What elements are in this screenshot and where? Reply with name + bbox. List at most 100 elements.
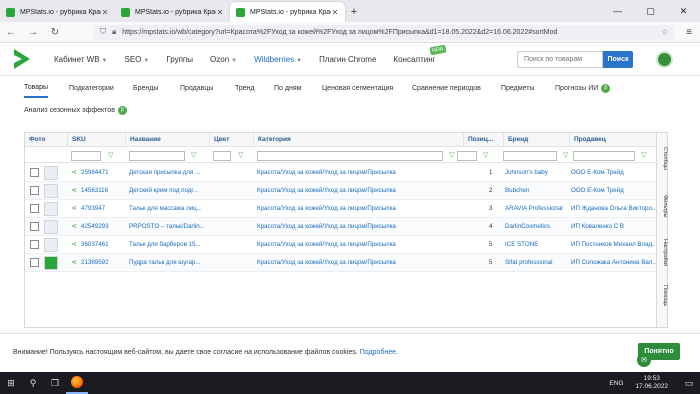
mpstats-logo[interactable]	[12, 48, 32, 70]
sku-link[interactable]: 14563116	[81, 182, 121, 200]
search-icon[interactable]: ⚲	[22, 372, 44, 394]
product-name-link[interactable]: Тальк для массажа лиц...	[129, 200, 207, 218]
side-help-button[interactable]: Помощь	[657, 285, 668, 306]
column-header-brand[interactable]: Бренд	[503, 133, 569, 147]
tab-sellers[interactable]: Продавцы	[180, 78, 213, 98]
share-icon[interactable]: ⋖	[71, 164, 77, 182]
browser-tab-active[interactable]: MPStats.io - рубрика Красота ✕	[230, 2, 345, 22]
brand-link[interactable]: ICE STONE	[505, 236, 567, 254]
column-header-color[interactable]: Цвет	[209, 133, 253, 147]
category-link[interactable]: Красота/Уход за кожей/Уход за лицом/Прис…	[257, 218, 461, 236]
brand-link[interactable]: Bubchen	[505, 182, 567, 200]
column-header-category[interactable]: Категория	[253, 133, 463, 147]
tab-trend[interactable]: Тренд	[235, 78, 255, 98]
position-filter-input[interactable]	[457, 151, 477, 161]
table-row[interactable]: ⋖ 42549293 PRPOSTO – тальк/Darlin... Кра…	[25, 218, 657, 236]
seller-link[interactable]: ИП Соложака Антонина Вал...	[571, 254, 657, 272]
table-row[interactable]: ⋖ 25984471 Детская присыпка для ... Крас…	[25, 164, 657, 182]
language-indicator[interactable]: ENG	[609, 380, 623, 387]
column-header-name[interactable]: Название	[125, 133, 209, 147]
row-checkbox[interactable]	[30, 258, 39, 267]
product-name-link[interactable]: Тальк для барберов 15...	[129, 236, 207, 254]
table-row[interactable]: ⋖ 21369592 Пудра тальк для шугар... Крас…	[25, 254, 657, 272]
cookie-more-link[interactable]: Подробнее.	[360, 349, 398, 356]
close-tab-icon[interactable]: ✕	[331, 8, 339, 17]
product-name-link[interactable]: Детская присыпка для ...	[129, 164, 207, 182]
tab-subcategories[interactable]: Подкатегории	[69, 78, 114, 98]
product-thumbnail[interactable]	[44, 184, 58, 198]
nav-ozon[interactable]: Ozon ▼	[210, 55, 237, 64]
column-header-seller[interactable]: Продавец	[569, 133, 657, 147]
seller-link[interactable]: ООО Е-Ком Трейд	[571, 164, 657, 182]
seller-link[interactable]: ИП Жданова Ольга Викторо...	[571, 200, 657, 218]
tab-brands[interactable]: Бренды	[133, 78, 158, 98]
product-thumbnail[interactable]	[44, 220, 58, 234]
brand-link[interactable]: Johnson's baby	[505, 164, 567, 182]
tab-seasonal-effects[interactable]: Анализ сезонных эффектов β	[24, 106, 127, 115]
task-view-icon[interactable]: ❐	[44, 372, 66, 394]
back-icon[interactable]: ←	[0, 27, 22, 38]
close-tab-icon[interactable]: ✕	[101, 8, 109, 17]
product-thumbnail[interactable]	[44, 256, 58, 270]
product-thumbnail[interactable]	[44, 238, 58, 252]
brand-link[interactable]: Sifat professional	[505, 254, 567, 272]
share-icon[interactable]: ⋖	[71, 200, 77, 218]
firefox-icon[interactable]	[66, 372, 88, 394]
address-bar[interactable]: ⛉ 🔒︎ https://mpstats.io/wb/category?url=…	[94, 24, 674, 40]
product-thumbnail[interactable]	[44, 202, 58, 216]
row-checkbox[interactable]	[30, 240, 39, 249]
sku-link[interactable]: 42549293	[81, 218, 121, 236]
table-row[interactable]: ⋖ 14563116 Детский крем под подг... Крас…	[25, 182, 657, 200]
sku-link[interactable]: 25984471	[81, 164, 121, 182]
tab-by-days[interactable]: По дням	[274, 78, 301, 98]
nav-wildberries[interactable]: Wildberries ▼	[254, 55, 302, 64]
filter-icon[interactable]: ▽	[108, 151, 113, 159]
product-name-link[interactable]: Пудра тальк для шугар...	[129, 254, 207, 272]
brand-link[interactable]: DarlinCosmetics	[505, 218, 567, 236]
share-icon[interactable]: ⋖	[71, 218, 77, 236]
seller-link[interactable]: ООО Е-Ком Трейд	[571, 182, 657, 200]
sku-link[interactable]: 4793947	[81, 200, 121, 218]
share-icon[interactable]: ⋖	[71, 254, 77, 272]
seller-link[interactable]: ИП Постников Михаил Влад...	[571, 236, 657, 254]
row-checkbox[interactable]	[30, 186, 39, 195]
avatar[interactable]	[656, 51, 673, 68]
nav-groups[interactable]: Группы	[166, 55, 193, 64]
filter-icon[interactable]: ▽	[483, 151, 488, 159]
product-thumbnail[interactable]	[44, 166, 58, 180]
nav-seo[interactable]: SEO ▼	[125, 55, 150, 64]
filter-icon[interactable]: ▽	[641, 151, 646, 159]
category-link[interactable]: Красота/Уход за кожей/Уход за лицом/Прис…	[257, 236, 461, 254]
seller-filter-input[interactable]	[573, 151, 635, 161]
tab-ai-forecasts[interactable]: Прогнозы ИИ β	[555, 78, 611, 98]
notifications-icon[interactable]: ▭	[678, 372, 700, 394]
sku-link[interactable]: 21369592	[81, 254, 121, 272]
row-checkbox[interactable]	[30, 204, 39, 213]
windows-start-icon[interactable]: ⊞	[0, 372, 22, 394]
menu-icon[interactable]: ≡	[686, 27, 692, 38]
bookmark-star-icon[interactable]: ☆	[662, 28, 668, 36]
new-tab-icon[interactable]: +	[345, 2, 363, 22]
filter-icon[interactable]: ▽	[238, 151, 243, 159]
filter-icon[interactable]: ▽	[563, 151, 568, 159]
filter-icon[interactable]: ▽	[191, 151, 196, 159]
search-input[interactable]	[517, 51, 603, 68]
category-link[interactable]: Красота/Уход за кожей/Уход за лицом/Прис…	[257, 254, 461, 272]
forward-icon[interactable]: →	[22, 27, 44, 38]
column-header-photo[interactable]: Фото	[25, 133, 67, 147]
tab-price-segmentation[interactable]: Ценовая сегментация	[322, 78, 393, 98]
category-filter-input[interactable]	[257, 151, 443, 161]
chat-icon[interactable]: ✉	[637, 353, 651, 367]
clock[interactable]: 19:53 17.06.2022	[635, 375, 668, 391]
brand-filter-input[interactable]	[503, 151, 557, 161]
browser-tab[interactable]: MPStats.io - рубрика Красота ✕	[115, 2, 230, 22]
color-filter-input[interactable]	[213, 151, 231, 161]
browser-tab[interactable]: MPStats.io - рубрика Красота ✕	[0, 2, 115, 22]
column-header-sku[interactable]: SKU	[67, 133, 125, 147]
row-checkbox[interactable]	[30, 168, 39, 177]
share-icon[interactable]: ⋖	[71, 236, 77, 254]
sku-filter-input[interactable]	[71, 151, 101, 161]
filter-icon[interactable]: ▽	[449, 151, 454, 159]
table-row[interactable]: ⋖ 36037461 Тальк для барберов 15... Крас…	[25, 236, 657, 254]
sku-link[interactable]: 36037461	[81, 236, 121, 254]
